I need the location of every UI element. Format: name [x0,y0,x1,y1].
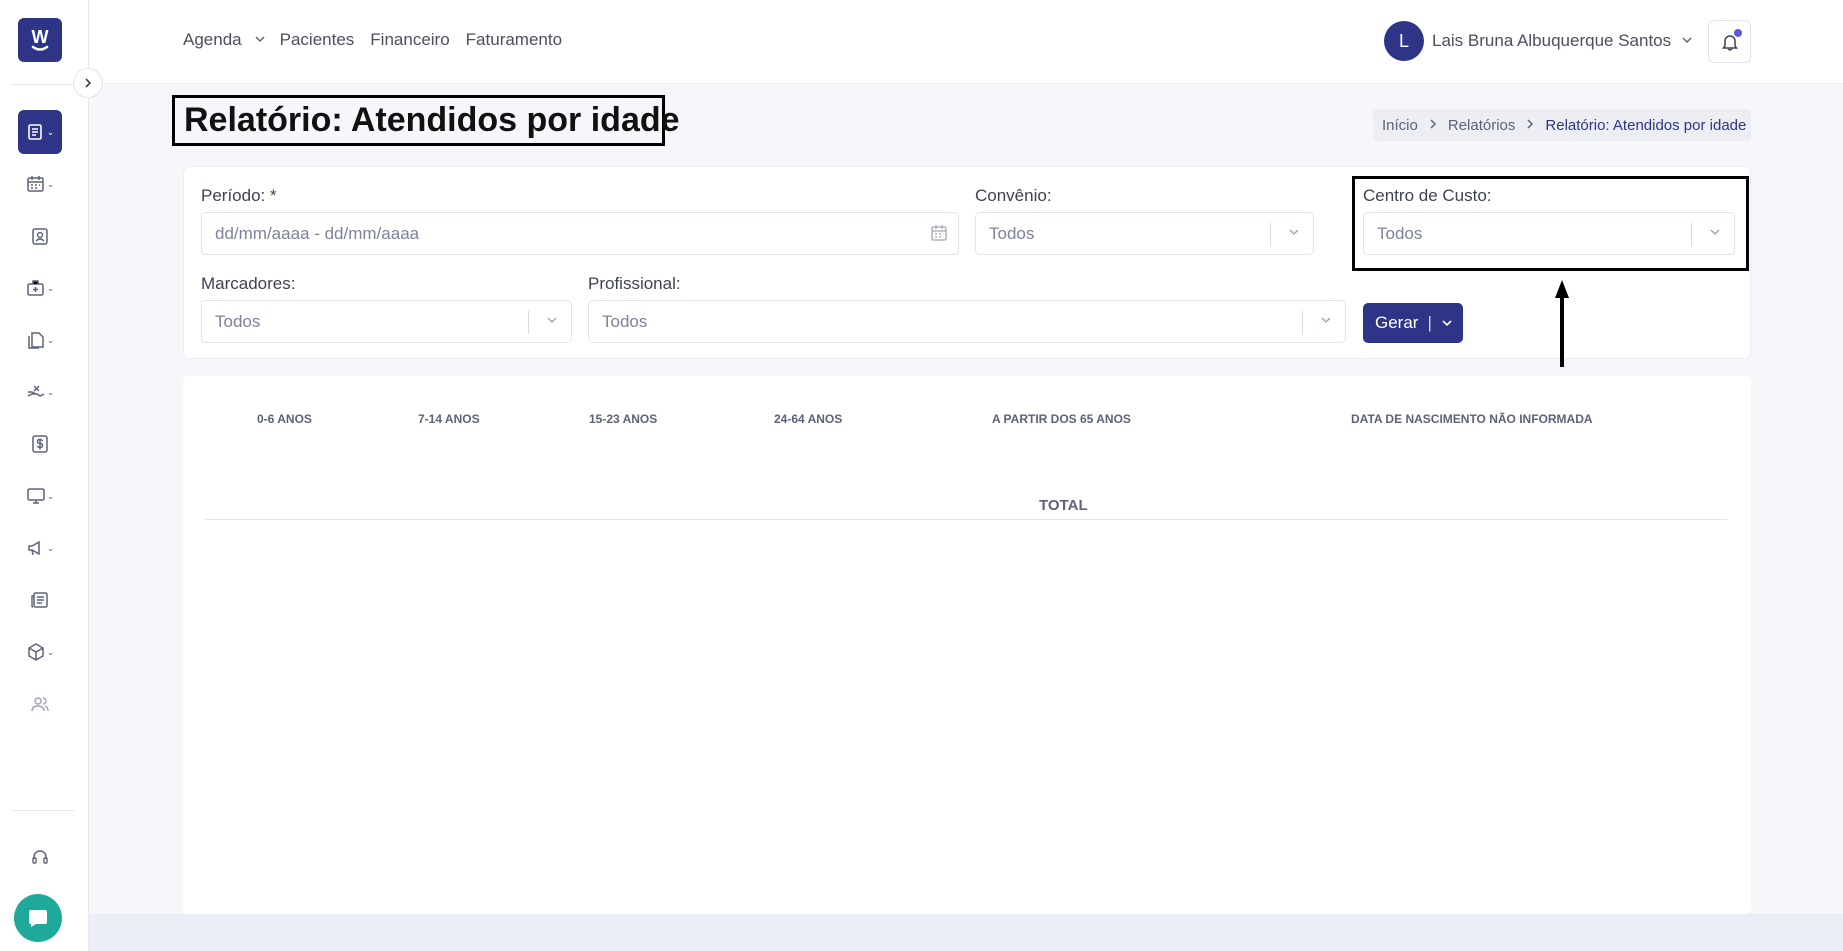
sidebar: W ⌄ ⌄ ⌄ ⌄ ⌄ ⌄ ⌄ ⌄ [0,0,89,951]
chevron-down-icon: ⌄ [46,282,55,293]
nav-faturamento[interactable]: Faturamento [466,30,562,50]
profissional-label: Profissional: [588,274,681,293]
chevron-right-icon [1428,118,1438,132]
sidebar-item-clinic[interactable]: ⌄ [18,266,62,310]
chevron-down-icon[interactable] [1441,317,1453,329]
chevron-down-icon [545,313,559,330]
chevron-down-icon [1287,225,1301,242]
chat-bubble-icon [29,910,47,927]
svg-text:W: W [32,27,49,47]
sidebar-divider [10,84,74,85]
divider [205,519,1727,520]
column-header: 0-6 ANOS [257,412,312,426]
medical-briefcase-icon [26,280,44,296]
periodo-label: Período: * [201,186,277,205]
chevron-down-icon: ⌄ [46,178,55,189]
monitor-icon [26,488,45,504]
support-button[interactable] [18,835,62,879]
profissional-value: Todos [602,311,648,331]
marcadores-label: Marcadores: [201,274,296,293]
megaphone-icon [27,540,40,556]
sidebar-item-patients[interactable] [18,214,62,258]
breadcrumb-reports[interactable]: Relatórios [1448,117,1516,134]
app-logo[interactable]: W [18,18,62,62]
sidebar-item-marketing[interactable]: ⌄ [18,526,62,570]
highlight-annotation-box [1352,176,1749,271]
marcadores-value: Todos [215,311,261,331]
nav-financeiro[interactable]: Financeiro [370,30,449,50]
sidebar-item-screen[interactable]: ⌄ [18,474,62,518]
notification-dot [1734,29,1742,37]
top-bar: Agenda Pacientes Financeiro Faturamento … [89,0,1843,84]
convenio-select[interactable]: Todos [975,212,1314,255]
column-header: 24-64 ANOS [774,412,843,426]
chevron-right-icon [85,78,92,88]
breadcrumb-current: Relatório: Atendidos por idade [1545,116,1747,134]
chevron-right-icon [1525,118,1535,132]
notifications-button[interactable] [1708,20,1751,63]
logo-icon: W [32,27,49,51]
select-divider [528,311,529,334]
calendar-icon [930,224,948,247]
page-title: Relatório: Atendidos por idade [172,95,680,146]
chevron-down-icon: ⌄ [46,334,55,345]
profissional-select[interactable]: Todos [588,300,1346,343]
results-table: 0-6 ANOS 7-14 ANOS 15-23 ANOS 24-64 ANOS… [183,376,1751,914]
sidebar-toggle-button[interactable] [73,68,103,98]
column-header: 15-23 ANOS [589,412,658,426]
users-icon [31,697,49,712]
sidebar-item-reports[interactable]: ⌄ [18,110,62,154]
sidebar-divider [10,810,74,811]
chevron-down-icon: ⌄ [46,386,55,397]
sidebar-item-finance[interactable] [18,422,62,466]
hand-money-icon [27,385,45,397]
generate-button[interactable]: Gerar | [1363,303,1463,343]
sidebar-item-calendar[interactable]: ⌄ [18,162,62,206]
convenio-label: Convênio: [975,186,1052,205]
breadcrumb: Início Relatórios Relatório: Atendidos p… [1373,109,1751,141]
avatar: L [1384,21,1424,61]
sidebar-item-documents[interactable]: ⌄ [18,318,62,362]
generate-label: Gerar [1375,313,1419,332]
chevron-down-icon: ⌄ [46,490,55,501]
button-separator: | [1427,313,1432,332]
chat-button[interactable] [14,894,62,942]
chevron-down-icon[interactable] [254,33,266,48]
box-icon [27,643,44,661]
nav-pacientes[interactable]: Pacientes [280,30,355,50]
sidebar-item-users[interactable] [18,682,62,726]
chevron-down-icon: ⌄ [46,542,55,553]
report-list-icon [27,124,42,140]
column-header: DATA DE NASCIMENTO NÃO INFORMADA [1351,412,1593,426]
select-divider [1270,223,1271,246]
sidebar-item-news[interactable] [18,578,62,622]
periodo-placeholder: dd/mm/aaaa - dd/mm/aaaa [215,223,420,243]
breadcrumb-home[interactable]: Início [1382,117,1418,134]
convenio-value: Todos [989,223,1035,243]
sidebar-item-stock[interactable]: ⌄ [18,630,62,674]
documents-icon [27,332,44,349]
chevron-down-icon [1681,34,1693,49]
periodo-date-range-input[interactable]: dd/mm/aaaa - dd/mm/aaaa [201,212,959,255]
nav-agenda[interactable]: Agenda [183,30,242,50]
user-name: Lais Bruna Albuquerque Santos [1432,31,1672,50]
top-nav: Agenda Pacientes Financeiro Faturamento [183,30,578,50]
chevron-down-icon: ⌄ [46,646,55,657]
dollar-icon [32,435,48,453]
total-label: TOTAL [1039,497,1088,514]
newspaper-icon [31,592,48,608]
marcadores-select[interactable]: Todos [201,300,572,343]
chevron-down-icon: ⌄ [46,126,55,137]
column-header: 7-14 ANOS [418,412,480,426]
patient-badge-icon [32,228,48,245]
annotation-arrow-icon [1555,280,1569,367]
user-menu[interactable]: L Lais Bruna Albuquerque Santos [1384,21,1693,61]
sidebar-item-payments[interactable]: ⌄ [18,370,62,414]
headset-icon [32,850,48,864]
column-header: A PARTIR DOS 65 ANOS [992,412,1131,426]
calendar-icon [26,176,44,192]
chevron-down-icon [1319,313,1333,330]
page-footer-band [89,914,1843,951]
select-divider [1302,311,1303,334]
